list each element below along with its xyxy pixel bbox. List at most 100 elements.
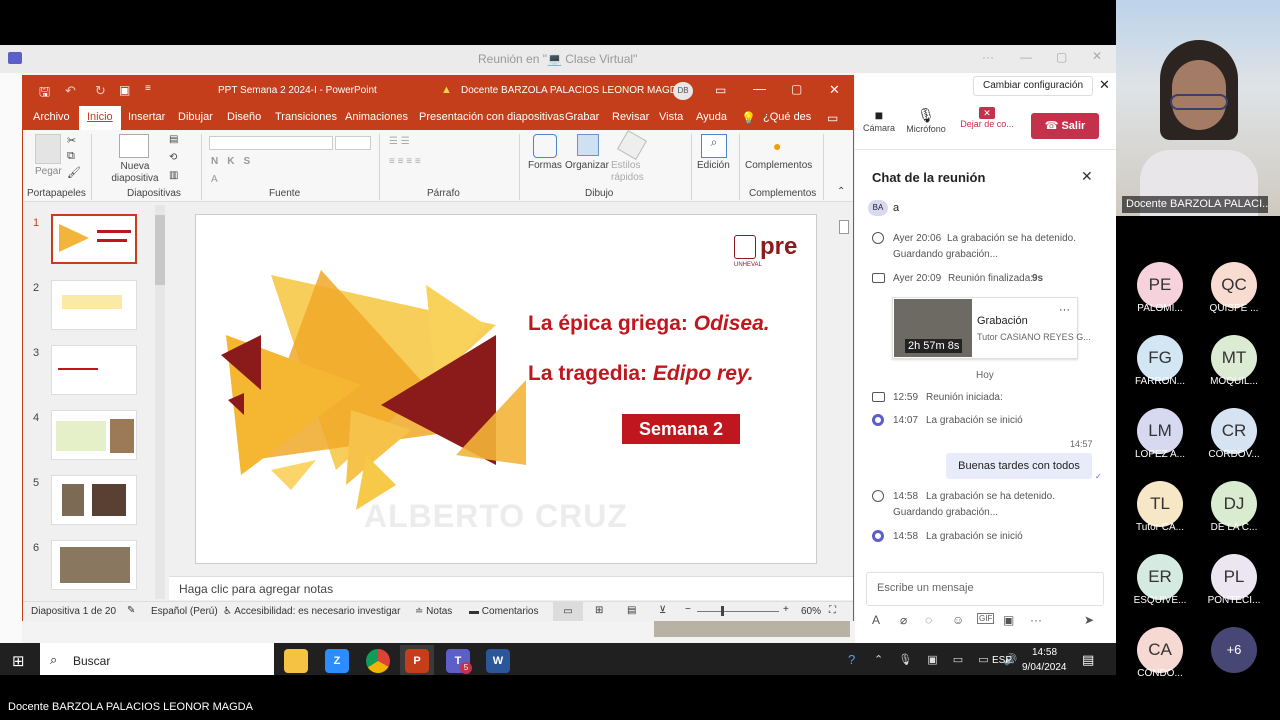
close-window-icon[interactable]: ✕: [1092, 49, 1102, 63]
stop-sharing-button[interactable]: ✕ Dejar de co...: [959, 107, 1015, 129]
comments-icon[interactable]: ▭: [827, 111, 838, 125]
font-name-input[interactable]: [209, 136, 333, 150]
windows-start-icon[interactable]: ⊞: [12, 652, 25, 670]
cut-icon[interactable]: ✂: [67, 134, 76, 147]
participant-avatar[interactable]: TL: [1137, 481, 1183, 527]
change-settings-button[interactable]: Cambiar configuración: [973, 76, 1093, 96]
zoom-thumb[interactable]: [721, 606, 724, 616]
chrome-icon[interactable]: [366, 649, 390, 673]
participant-avatar[interactable]: PL: [1211, 554, 1257, 600]
redo-icon[interactable]: ↻: [95, 83, 106, 99]
tab-dibujar[interactable]: Dibujar: [178, 111, 213, 123]
tab-grabar[interactable]: Grabar: [565, 111, 599, 123]
tab-animaciones[interactable]: Animaciones: [345, 111, 408, 123]
participant-avatar[interactable]: CA: [1137, 627, 1183, 673]
undo-icon[interactable]: ↶: [65, 83, 76, 99]
file-explorer-icon[interactable]: [284, 649, 308, 673]
reading-view-icon[interactable]: ▤: [627, 605, 636, 616]
attach-icon[interactable]: ⌀: [900, 613, 907, 627]
notifications-icon[interactable]: ▤: [1082, 652, 1094, 668]
minimize-icon[interactable]: —: [753, 81, 766, 96]
slide-thumbnail[interactable]: [51, 475, 137, 525]
shapes-icon[interactable]: [533, 134, 557, 158]
ribbon-display-icon[interactable]: ▭: [715, 83, 726, 97]
notes-button[interactable]: ≐ Notas: [415, 606, 452, 617]
tell-me-search[interactable]: ¿Qué des: [763, 111, 811, 123]
tab-revisar[interactable]: Revisar: [612, 111, 649, 123]
tab-inicio[interactable]: Inicio: [79, 106, 121, 130]
participant-avatar[interactable]: DJ: [1211, 481, 1257, 527]
font-size-input[interactable]: [335, 136, 371, 150]
clock-date[interactable]: 9/04/2024: [1022, 662, 1067, 673]
tab-archivo[interactable]: Archivo: [33, 111, 70, 123]
edit-icon[interactable]: ⌕: [701, 134, 727, 158]
sorter-view-icon[interactable]: ⊞: [595, 605, 603, 616]
tab-transiciones[interactable]: Transiciones: [275, 111, 337, 123]
slideshow-icon[interactable]: ⊻: [659, 605, 666, 616]
fit-slide-icon[interactable]: ⛶: [829, 605, 836, 616]
camera-button[interactable]: ■ Cámara: [859, 107, 899, 133]
tab-vista[interactable]: Vista: [659, 111, 683, 123]
gif-icon[interactable]: GIF: [977, 613, 995, 624]
present-icon[interactable]: ▣: [119, 83, 130, 97]
loop-icon[interactable]: ◌: [925, 613, 932, 627]
participant-avatar[interactable]: LM: [1137, 408, 1183, 454]
addins-icon[interactable]: ●: [773, 138, 781, 154]
sticker-icon[interactable]: ▣: [1003, 613, 1014, 627]
send-icon[interactable]: ➤: [1084, 613, 1094, 627]
new-slide-button[interactable]: Nueva diapositiva: [109, 161, 161, 185]
participant-avatar[interactable]: QC: [1211, 262, 1257, 308]
user-avatar[interactable]: DB: [673, 82, 693, 100]
more-icon[interactable]: ···: [982, 50, 994, 64]
font-format-buttons[interactable]: NKS: [211, 156, 259, 167]
compose-message-input[interactable]: Escribe un mensaje: [866, 572, 1104, 606]
slide-scrollbar[interactable]: [839, 214, 851, 564]
emoji-icon[interactable]: ☺: [952, 613, 964, 627]
minimize-icon[interactable]: —: [1020, 50, 1032, 64]
clock-time[interactable]: 14:58: [1032, 647, 1057, 658]
slide-thumbnail[interactable]: [51, 410, 137, 460]
reset-icon[interactable]: ⟲: [169, 152, 177, 163]
comments-button[interactable]: ▬ Comentarios: [469, 606, 538, 617]
taskbar-search[interactable]: ⌕ Buscar: [40, 643, 274, 675]
paste-icon[interactable]: [35, 134, 61, 164]
format-painter-icon[interactable]: 🖌: [67, 166, 81, 179]
recording-more-icon[interactable]: ···: [1059, 304, 1070, 316]
zoom-out-icon[interactable]: −: [685, 604, 691, 615]
zoom-app-icon[interactable]: Z: [325, 649, 349, 673]
format-icon[interactable]: A: [872, 613, 880, 627]
more-options-icon[interactable]: ···: [1030, 613, 1042, 627]
align-icon[interactable]: ≡ ≡ ≡ ≡: [389, 156, 421, 167]
maximize-icon[interactable]: ▢: [1056, 50, 1067, 64]
participant-avatar[interactable]: MT: [1211, 335, 1257, 381]
zoom-level[interactable]: 60%: [801, 606, 821, 617]
tab-insertar[interactable]: Insertar: [128, 111, 165, 123]
participant-avatar[interactable]: ER: [1137, 554, 1183, 600]
leave-button[interactable]: ☎ Salir: [1031, 113, 1099, 139]
font-color-icon[interactable]: A: [211, 174, 218, 185]
zoom-in-icon[interactable]: +: [783, 604, 789, 615]
taskbar-active-ppt[interactable]: P: [400, 645, 434, 675]
close-chat-icon[interactable]: ✕: [1081, 168, 1093, 185]
more-participants-button[interactable]: +6: [1211, 627, 1257, 673]
copy-icon[interactable]: ⧉: [67, 150, 75, 163]
word-icon[interactable]: W: [486, 649, 510, 673]
spellcheck-icon[interactable]: ✎: [127, 605, 135, 616]
zoom-slider[interactable]: [697, 611, 779, 612]
arrange-icon[interactable]: [577, 134, 599, 156]
close-icon[interactable]: ✕: [829, 82, 840, 98]
tab-diseno[interactable]: Diseño: [227, 111, 261, 123]
current-slide[interactable]: pre UNHEVAL La épica griega: Odisea. La …: [195, 214, 817, 564]
participant-avatar[interactable]: CR: [1211, 408, 1257, 454]
keyboard-language[interactable]: ESP: [992, 655, 1012, 666]
quick-styles-icon[interactable]: [616, 129, 648, 161]
participant-avatar[interactable]: FG: [1137, 335, 1183, 381]
mic-button[interactable]: 🎙 Micrófono: [903, 107, 949, 134]
slide-thumbnail[interactable]: [51, 540, 137, 590]
tab-ayuda[interactable]: Ayuda: [696, 111, 727, 123]
customize-icon[interactable]: ≡: [145, 83, 151, 94]
section-icon[interactable]: ▥: [169, 170, 178, 181]
save-icon[interactable]: 🖫: [39, 83, 50, 105]
slide-thumbnail[interactable]: [51, 345, 137, 395]
tab-presentacion[interactable]: Presentación con diapositivas: [419, 111, 565, 123]
